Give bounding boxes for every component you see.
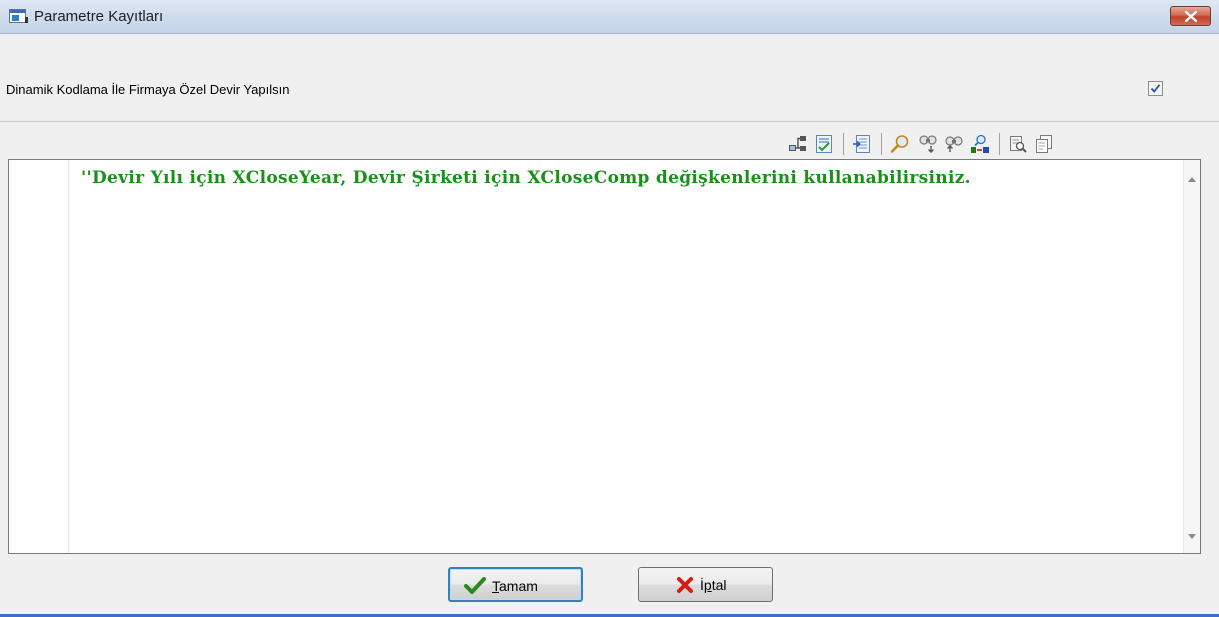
vertical-scrollbar[interactable] bbox=[1183, 160, 1200, 553]
scroll-up-icon[interactable] bbox=[1188, 177, 1196, 182]
window-app-icon[interactable] bbox=[9, 9, 28, 23]
insert-text-icon[interactable] bbox=[852, 134, 872, 154]
parameter-label: Dinamik Kodlama İle Firmaya Özel Devir Y… bbox=[6, 82, 290, 97]
checkmark-icon bbox=[1150, 84, 1161, 93]
editor-toolbar bbox=[0, 121, 1219, 159]
checkmark-icon bbox=[464, 577, 486, 594]
window-title: Parametre Kayıtları bbox=[34, 8, 164, 25]
print-preview-icon[interactable] bbox=[1008, 134, 1028, 154]
hierarchy-icon[interactable] bbox=[788, 134, 808, 154]
title-bar: Parametre Kayıtları bbox=[0, 0, 1219, 34]
find-previous-icon[interactable] bbox=[944, 134, 964, 154]
cancel-button[interactable]: İptal bbox=[638, 567, 773, 602]
close-icon bbox=[1185, 11, 1197, 22]
page-copy-icon[interactable] bbox=[1034, 134, 1054, 154]
parameter-row: Dinamik Kodlama İle Firmaya Özel Devir Y… bbox=[0, 48, 1219, 120]
checklist-icon[interactable] bbox=[814, 134, 834, 154]
toolbar-separator bbox=[843, 133, 844, 155]
ok-button[interactable]: Tamam bbox=[448, 567, 583, 602]
code-area[interactable]: ''Devir Yılı için XCloseYear, Devir Şirk… bbox=[9, 160, 1183, 553]
code-comment-line[interactable]: ''Devir Yılı için XCloseYear, Devir Şirk… bbox=[81, 168, 971, 188]
script-editor[interactable]: ''Devir Yılı için XCloseYear, Devir Şirk… bbox=[8, 159, 1201, 554]
find-icon[interactable] bbox=[890, 134, 910, 154]
replace-icon[interactable] bbox=[970, 134, 990, 154]
ok-button-label: Tamam bbox=[492, 578, 538, 594]
parameter-checkbox[interactable] bbox=[1148, 81, 1163, 96]
x-mark-icon bbox=[677, 577, 693, 593]
close-button[interactable] bbox=[1170, 6, 1211, 26]
toolbar-separator bbox=[881, 133, 882, 155]
scroll-down-icon[interactable] bbox=[1188, 534, 1196, 539]
find-next-icon[interactable] bbox=[918, 134, 938, 154]
line-gutter bbox=[9, 160, 69, 553]
cancel-button-label: İptal bbox=[700, 577, 727, 593]
toolbar-separator bbox=[999, 133, 1000, 155]
